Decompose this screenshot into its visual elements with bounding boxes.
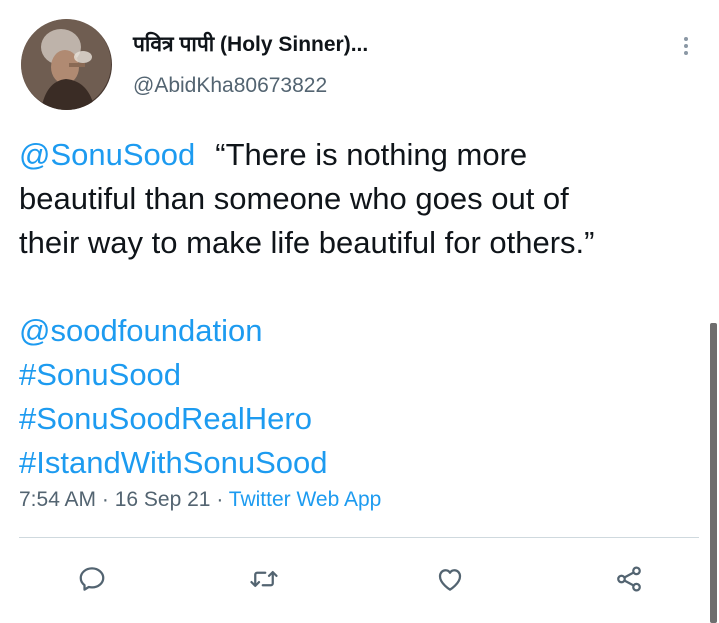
tweet-text: @SonuSood “There is nothing more beautifu… xyxy=(19,133,699,265)
tweet-actions xyxy=(0,555,719,605)
mention-link[interactable]: @SonuSood xyxy=(19,137,195,172)
tweet-tags: @soodfoundation #SonuSood #SonuSoodRealH… xyxy=(19,309,328,485)
hashtag-link[interactable]: #SonuSood xyxy=(19,353,328,397)
tweet-source-link[interactable]: Twitter Web App xyxy=(229,488,382,511)
tweet-text-line-2: beautiful than someone who goes out of xyxy=(19,181,569,216)
hashtag-link[interactable]: #IstandWithSonuSood xyxy=(19,441,328,485)
hashtag-link[interactable]: #SonuSoodRealHero xyxy=(19,397,328,441)
author-display-name[interactable]: पवित्र पापी (Holy Sinner)... xyxy=(133,30,368,58)
avatar-image xyxy=(21,19,111,110)
meta-separator: · xyxy=(96,488,115,511)
tweet-text-line-3: their way to make life beautiful for oth… xyxy=(19,225,595,260)
retweet-button[interactable] xyxy=(246,561,282,597)
tweet-card: पवित्र पापी (Holy Sinner)... @AbidKha806… xyxy=(0,0,719,623)
mention-link[interactable]: @soodfoundation xyxy=(19,309,328,353)
heart-icon xyxy=(438,569,462,591)
like-button[interactable] xyxy=(432,561,468,597)
author-handle[interactable]: @AbidKha80673822 xyxy=(133,74,327,98)
scrollbar[interactable] xyxy=(710,323,717,623)
reply-button[interactable] xyxy=(74,561,110,597)
share-icon xyxy=(617,566,641,592)
meta-separator: · xyxy=(210,488,229,511)
share-button[interactable] xyxy=(611,561,647,597)
tweet-text-line-1: “There is nothing more xyxy=(215,137,528,172)
tweet-meta: 7:54 AM · 16 Sep 21 · Twitter Web App xyxy=(19,488,381,512)
tweet-time[interactable]: 7:54 AM xyxy=(19,488,96,511)
more-vertical-icon[interactable] xyxy=(676,34,696,58)
reply-icon xyxy=(79,567,105,591)
retweet-icon xyxy=(250,571,278,587)
avatar[interactable] xyxy=(21,19,112,110)
divider xyxy=(19,537,699,538)
tweet-date[interactable]: 16 Sep 21 xyxy=(115,488,211,511)
